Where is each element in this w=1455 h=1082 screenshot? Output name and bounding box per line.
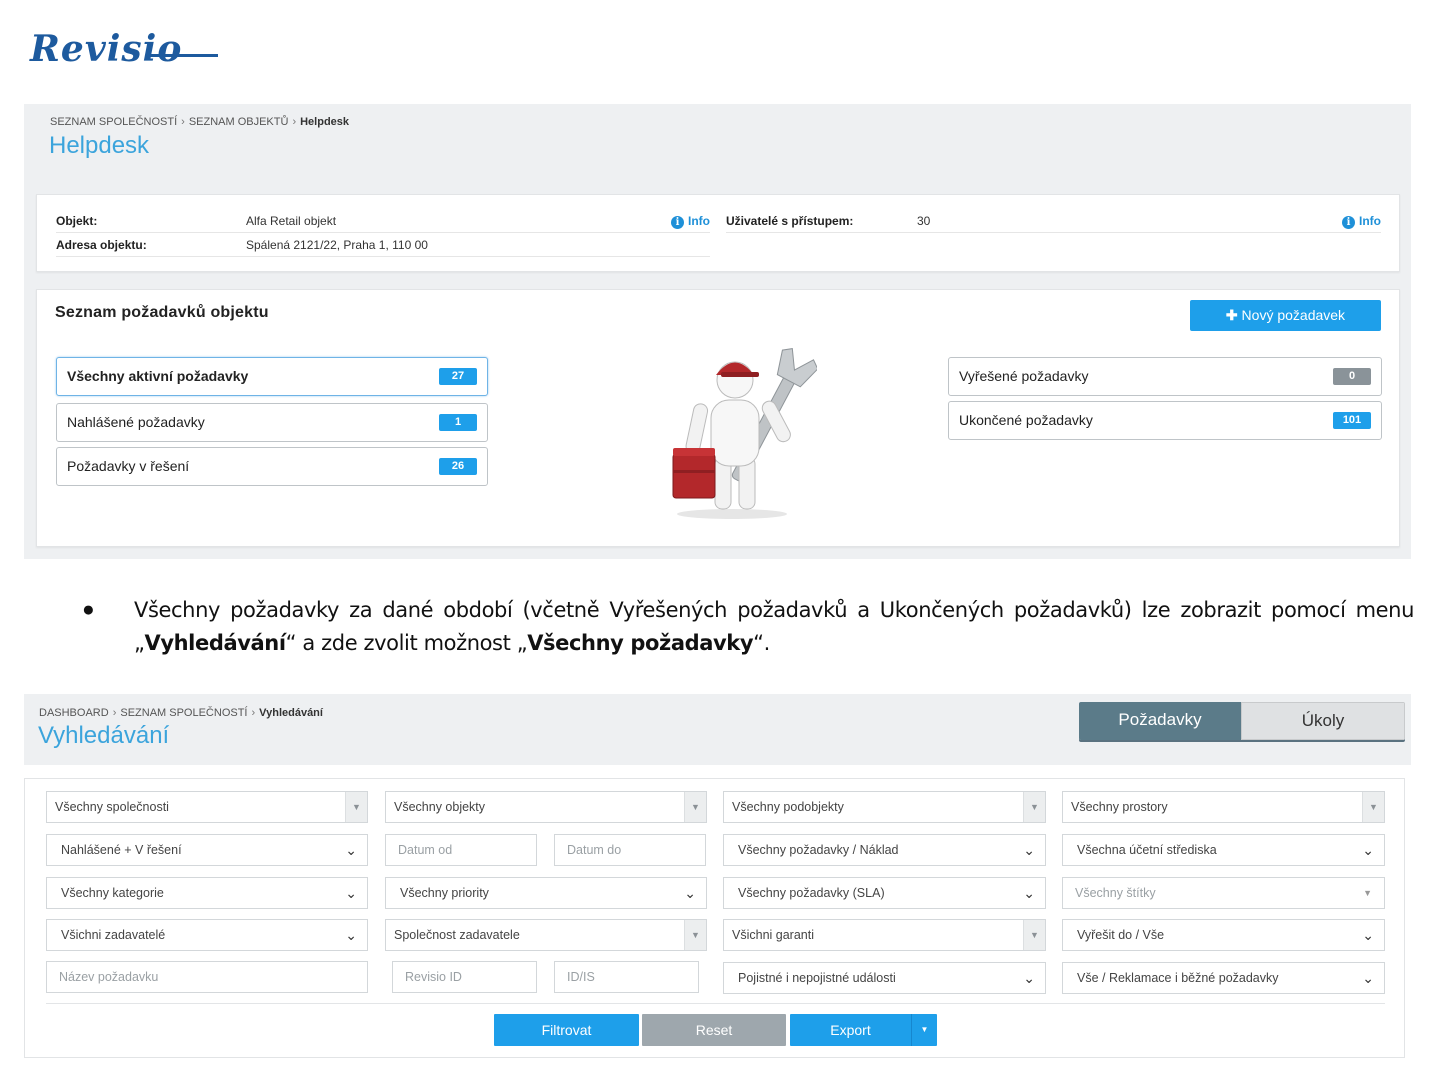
chevron-down-icon: ⌄: [345, 885, 357, 901]
priorities-select[interactable]: Všechny priority ⌄: [385, 877, 707, 909]
mode-toggle: Požadavky Úkoly: [1079, 702, 1405, 740]
chevron-right-icon: ›: [251, 707, 256, 719]
claims-select[interactable]: Vše / Reklamace i běžné požadavky ⌄: [1062, 962, 1385, 994]
plus-icon: ✚: [1225, 307, 1238, 323]
tab-requests[interactable]: Požadavky: [1079, 702, 1241, 740]
requests-list-card: Seznam požadavků objektu ✚ Nový požadave…: [36, 289, 1400, 547]
requester-company-select[interactable]: Společnost zadavatele ▼: [385, 919, 707, 951]
count-badge: 101: [1333, 412, 1371, 429]
revisio-logo: Revisio: [30, 28, 183, 70]
reset-button[interactable]: Reset: [642, 1014, 786, 1046]
caret-down-icon: ▼: [1363, 888, 1372, 898]
breadcrumb-companies[interactable]: SEZNAM SPOLEČNOSTÍ: [50, 116, 177, 128]
logo-underline: [150, 54, 218, 57]
tags-select[interactable]: Všechny štítky ▼: [1062, 877, 1385, 909]
date-to-input[interactable]: Datum do: [554, 834, 706, 866]
breadcrumb-objects[interactable]: SEZNAM OBJEKTŮ: [189, 116, 289, 128]
breadcrumb: SEZNAM SPOLEČNOSTÍ › SEZNAM OBJEKTŮ › Helpde…: [50, 116, 349, 128]
categories-select[interactable]: Všechny kategorie ⌄: [46, 877, 368, 909]
count-badge: 0: [1333, 368, 1371, 385]
object-label: Objekt:: [56, 214, 98, 228]
info-icon: i: [671, 216, 684, 229]
object-row: Objekt: Alfa Retail objekt i Info: [56, 209, 710, 233]
object-info-link[interactable]: i Info: [671, 209, 710, 233]
repairman-illustration: [672, 348, 817, 519]
breadcrumb: DASHBOARD › SEZNAM SPOLEČNOSTÍ › Vyhledávání: [39, 707, 323, 719]
caret-down-icon: ▼: [1362, 792, 1384, 822]
users-row: Uživatelé s přístupem: 30 i Info: [726, 209, 1381, 233]
address-row: Adresa objektu: Spálená 2121/22, Praha 1…: [56, 233, 710, 257]
export-button[interactable]: Export ▼: [790, 1014, 937, 1046]
chevron-down-icon: ⌄: [1023, 970, 1035, 986]
chevron-down-icon: ⌄: [1362, 842, 1374, 858]
users-value: 30: [917, 214, 931, 228]
search-screen-header: DASHBOARD › SEZNAM SPOLEČNOSTÍ › Vyhledávání…: [24, 694, 1411, 765]
address-label: Adresa objektu:: [56, 238, 147, 252]
chevron-down-icon: ⌄: [345, 842, 357, 858]
object-value: Alfa Retail objekt: [246, 214, 337, 228]
chevron-down-icon: ⌄: [345, 927, 357, 943]
breadcrumb-current: Vyhledávání: [259, 707, 323, 719]
breadcrumb-companies[interactable]: SEZNAM SPOLEČNOSTÍ: [120, 707, 247, 719]
count-badge: 1: [439, 414, 477, 431]
filter-button[interactable]: Filtrovat: [494, 1014, 639, 1046]
users-info-link[interactable]: i Info: [1342, 209, 1381, 233]
instruction-paragraph: Všechny požadavky za dané období (včetně…: [134, 598, 1414, 655]
companies-select[interactable]: Všechny společnosti ▼: [46, 791, 368, 823]
objects-select[interactable]: Všechny objekty ▼: [385, 791, 707, 823]
chevron-right-icon: ›: [112, 707, 117, 719]
subobjects-select[interactable]: Všechny podobjekty ▼: [723, 791, 1046, 823]
request-filter-in-progress[interactable]: Požadavky v řešení 26: [56, 447, 488, 486]
chevron-down-icon: ⌄: [1023, 842, 1035, 858]
caret-down-icon: ▼: [345, 792, 367, 822]
count-badge: 27: [439, 368, 477, 385]
helpdesk-screen: SEZNAM SPOLEČNOSTÍ › SEZNAM OBJEKTŮ › Helpde…: [24, 104, 1411, 559]
cost-select[interactable]: Všechny požadavky / Náklad ⌄: [723, 834, 1046, 866]
chevron-down-icon: ⌄: [1362, 927, 1374, 943]
breadcrumb-current: Helpdesk: [300, 116, 350, 128]
info-icon: i: [1342, 216, 1355, 229]
request-name-input[interactable]: Název požadavku: [46, 961, 368, 993]
divider: [46, 1003, 1385, 1004]
caret-down-icon: ▼: [1023, 920, 1045, 950]
id-is-input[interactable]: ID/IS: [554, 961, 699, 993]
tab-tasks[interactable]: Úkoly: [1241, 702, 1405, 740]
breadcrumb-dashboard[interactable]: DASHBOARD: [39, 707, 109, 719]
chevron-down-icon: ⌄: [1023, 885, 1035, 901]
request-filter-reported[interactable]: Nahlášené požadavky 1: [56, 403, 488, 442]
guarantors-select[interactable]: Všichni garanti ▼: [723, 919, 1046, 951]
cost-centers-select[interactable]: Všechna účetní střediska ⌄: [1062, 834, 1385, 866]
status-select[interactable]: Nahlášené + V řešení ⌄: [46, 834, 368, 866]
count-badge: 26: [439, 458, 477, 475]
bullet-dot: ●: [82, 598, 95, 621]
page-title: Vyhledávání: [38, 722, 170, 749]
revisio-id-input[interactable]: Revisio ID: [392, 961, 537, 993]
request-filter-resolved[interactable]: Vyřešené požadavky 0: [948, 357, 1382, 396]
new-request-button[interactable]: ✚ Nový požadavek: [1190, 300, 1381, 331]
spaces-select[interactable]: Všechny prostory ▼: [1062, 791, 1385, 823]
sla-select[interactable]: Všechny požadavky (SLA) ⌄: [723, 877, 1046, 909]
caret-down-icon: ▼: [684, 920, 706, 950]
resolve-by-select[interactable]: Vyřešit do / Vše ⌄: [1062, 919, 1385, 951]
chevron-down-icon: ⌄: [684, 885, 696, 901]
request-filter-active[interactable]: Všechny aktivní požadavky 27: [56, 357, 488, 396]
request-filter-closed[interactable]: Ukončené požadavky 101: [948, 401, 1382, 440]
chevron-right-icon: ›: [181, 116, 185, 128]
page-title: Helpdesk: [49, 132, 150, 159]
insurance-select[interactable]: Pojistné i nepojistné události ⌄: [723, 962, 1046, 994]
users-label: Uživatelé s přístupem:: [726, 214, 854, 228]
caret-down-icon: ▼: [1023, 792, 1045, 822]
caret-down-icon: ▼: [684, 792, 706, 822]
requesters-select[interactable]: Všichni zadavatelé ⌄: [46, 919, 368, 951]
caret-down-icon[interactable]: ▼: [911, 1014, 937, 1046]
object-info-card: Objekt: Alfa Retail objekt i Info Adresa …: [36, 194, 1400, 272]
chevron-down-icon: ⌄: [1362, 970, 1374, 986]
date-from-input[interactable]: Datum od: [385, 834, 537, 866]
address-value: Spálená 2121/22, Praha 1, 110 00: [246, 238, 428, 252]
list-title: Seznam požadavků objektu: [55, 304, 269, 321]
chevron-right-icon: ›: [292, 116, 297, 128]
